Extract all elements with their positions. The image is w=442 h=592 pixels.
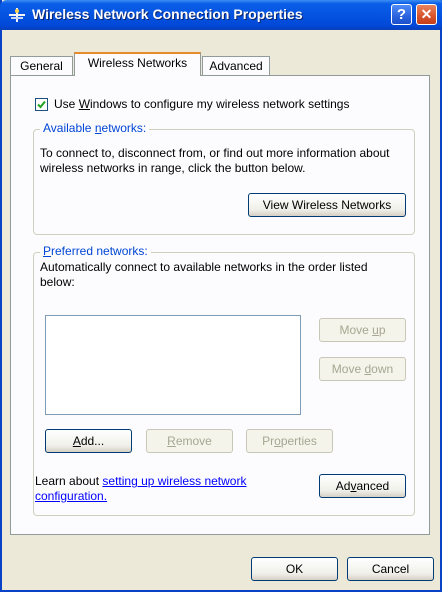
advanced-button[interactable]: Advanced bbox=[319, 474, 406, 498]
title-bar[interactable]: Wireless Network Connection Properties ?… bbox=[0, 0, 442, 30]
tab-advanced[interactable]: Advanced bbox=[202, 56, 270, 76]
help-button[interactable]: ? bbox=[391, 4, 412, 25]
use-windows-label[interactable]: Use Windows to configure my wireless net… bbox=[54, 97, 349, 112]
preferred-networks-list[interactable] bbox=[45, 315, 301, 415]
network-connection-icon bbox=[9, 8, 25, 22]
tab-general-label: General bbox=[20, 59, 63, 73]
close-button[interactable]: ✕ bbox=[416, 4, 437, 25]
move-up-button[interactable]: Move up bbox=[319, 318, 406, 342]
wireless-networks-panel: Use Windows to configure my wireless net… bbox=[10, 75, 430, 535]
remove-button[interactable]: Remove bbox=[146, 429, 233, 453]
tab-general[interactable]: General bbox=[10, 56, 73, 76]
tab-wireless-networks[interactable]: Wireless Networks bbox=[74, 52, 201, 76]
view-wireless-networks-button[interactable]: View Wireless Networks bbox=[248, 193, 406, 217]
configuration-link[interactable]: configuration. bbox=[35, 489, 107, 503]
move-down-button[interactable]: Move down bbox=[319, 357, 406, 381]
preferred-networks-description: Automatically connect to available netwo… bbox=[40, 260, 368, 289]
properties-button[interactable]: Properties bbox=[246, 429, 333, 453]
add-button[interactable]: Add... bbox=[45, 429, 132, 453]
setting-up-link[interactable]: setting up wireless network bbox=[102, 474, 246, 488]
tab-wireless-networks-label: Wireless Networks bbox=[87, 56, 188, 70]
cancel-button[interactable]: Cancel bbox=[347, 557, 434, 581]
use-windows-checkbox[interactable] bbox=[35, 98, 48, 111]
ok-button[interactable]: OK bbox=[251, 557, 338, 581]
tab-advanced-label: Advanced bbox=[209, 59, 263, 73]
available-networks-label: Available networks: bbox=[40, 121, 150, 135]
checkmark-icon bbox=[37, 100, 46, 109]
preferred-networks-label: Preferred networks: bbox=[40, 244, 151, 258]
properties-dialog: Wireless Network Connection Properties ?… bbox=[0, 0, 442, 592]
available-networks-group: Available networks: To connect to, disco… bbox=[33, 121, 415, 235]
learn-about-text: Learn about setting up wireless network … bbox=[35, 474, 247, 503]
window-title: Wireless Network Connection Properties bbox=[32, 6, 303, 22]
available-networks-description: To connect to, disconnect from, or find … bbox=[40, 146, 390, 175]
